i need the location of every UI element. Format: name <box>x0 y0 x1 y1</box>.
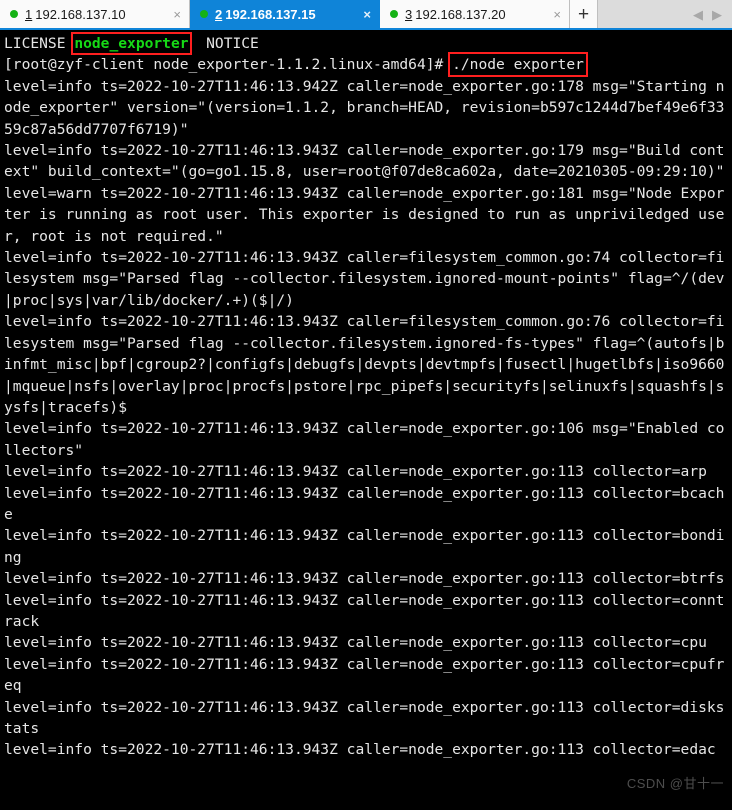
log-line: level=info ts=2022-10-27T11:46:13.943Z c… <box>4 591 725 630</box>
new-tab-button[interactable]: + <box>570 0 598 28</box>
terminal-tab-3[interactable]: 3 192.168.137.20 × <box>380 0 570 28</box>
terminal-tab-1-label: 192.168.137.10 <box>35 6 126 22</box>
terminal-output-pane[interactable]: LICENSE node_exporter NOTICE [root@zyf-c… <box>0 30 732 808</box>
terminal-tab-3-index: 3 <box>405 6 413 22</box>
terminal-tab-1[interactable]: 1 192.168.137.10 × <box>0 0 190 28</box>
entered-command-highlighted: ./node exporter <box>448 52 588 78</box>
watermark: CSDN @甘十一 <box>626 775 724 791</box>
scroll-tabs-left-icon[interactable]: ◀ <box>693 8 703 21</box>
log-line: level=info ts=2022-10-27T11:46:13.943Z c… <box>4 698 725 737</box>
log-line: level=info ts=2022-10-27T11:46:13.943Z c… <box>4 313 725 416</box>
directory-listing-line: LICENSE node_exporter NOTICE <box>2 32 732 55</box>
log-line: level=warn ts=2022-10-27T11:46:13.943Z c… <box>4 184 725 245</box>
log-line: level=info ts=2022-10-27T11:46:13.943Z c… <box>4 570 725 588</box>
log-line: level=info ts=2022-10-27T11:46:13.943Z c… <box>4 484 725 523</box>
log-line: level=info ts=2022-10-27T11:46:13.943Z c… <box>4 249 725 309</box>
terminal-tab-2[interactable]: 2 192.168.137.15 × <box>190 0 380 28</box>
close-icon[interactable]: × <box>361 8 373 21</box>
terminal-tab-bar: 1 192.168.137.10 × 2 192.168.137.15 × 3 … <box>0 0 732 30</box>
log-line: level=info ts=2022-10-27T11:46:13.943Z c… <box>4 655 725 695</box>
terminal-tab-1-index: 1 <box>25 6 33 22</box>
listing-item-node-exporter-highlighted: node_exporter <box>71 32 192 55</box>
log-line: level=info ts=2022-10-27T11:46:13.942Z c… <box>4 77 725 138</box>
tab-bar-filler: ◀ ▶ <box>598 0 732 28</box>
close-icon[interactable]: × <box>551 8 563 21</box>
log-line: level=info ts=2022-10-27T11:46:13.943Z c… <box>4 463 707 481</box>
listing-item-notice: NOTICE <box>206 35 259 52</box>
listing-item-license: LICENSE <box>4 35 66 52</box>
terminal-tab-3-label: 192.168.137.20 <box>415 6 506 22</box>
terminal-tab-2-index: 2 <box>215 6 223 22</box>
shell-prompt-line: [root@zyf-client node_exporter-1.1.2.lin… <box>2 52 732 78</box>
connection-status-dot-icon <box>200 10 208 18</box>
log-line: level=info ts=2022-10-27T11:46:13.943Z c… <box>4 634 707 652</box>
log-line: level=info ts=2022-10-27T11:46:13.943Z c… <box>4 420 725 459</box>
connection-status-dot-icon <box>10 10 18 18</box>
log-line: level=info ts=2022-10-27T11:46:13.943Z c… <box>4 527 725 566</box>
log-line: level=info ts=2022-10-27T11:46:13.943Z c… <box>4 741 716 759</box>
log-line: level=info ts=2022-10-27T11:46:13.943Z c… <box>4 142 725 181</box>
shell-prompt-text: [root@zyf-client node_exporter-1.1.2.lin… <box>4 56 453 74</box>
connection-status-dot-icon <box>390 10 398 18</box>
scroll-tabs-right-icon[interactable]: ▶ <box>712 8 722 21</box>
close-icon[interactable]: × <box>171 8 183 21</box>
terminal-tab-2-label: 192.168.137.15 <box>225 6 316 22</box>
